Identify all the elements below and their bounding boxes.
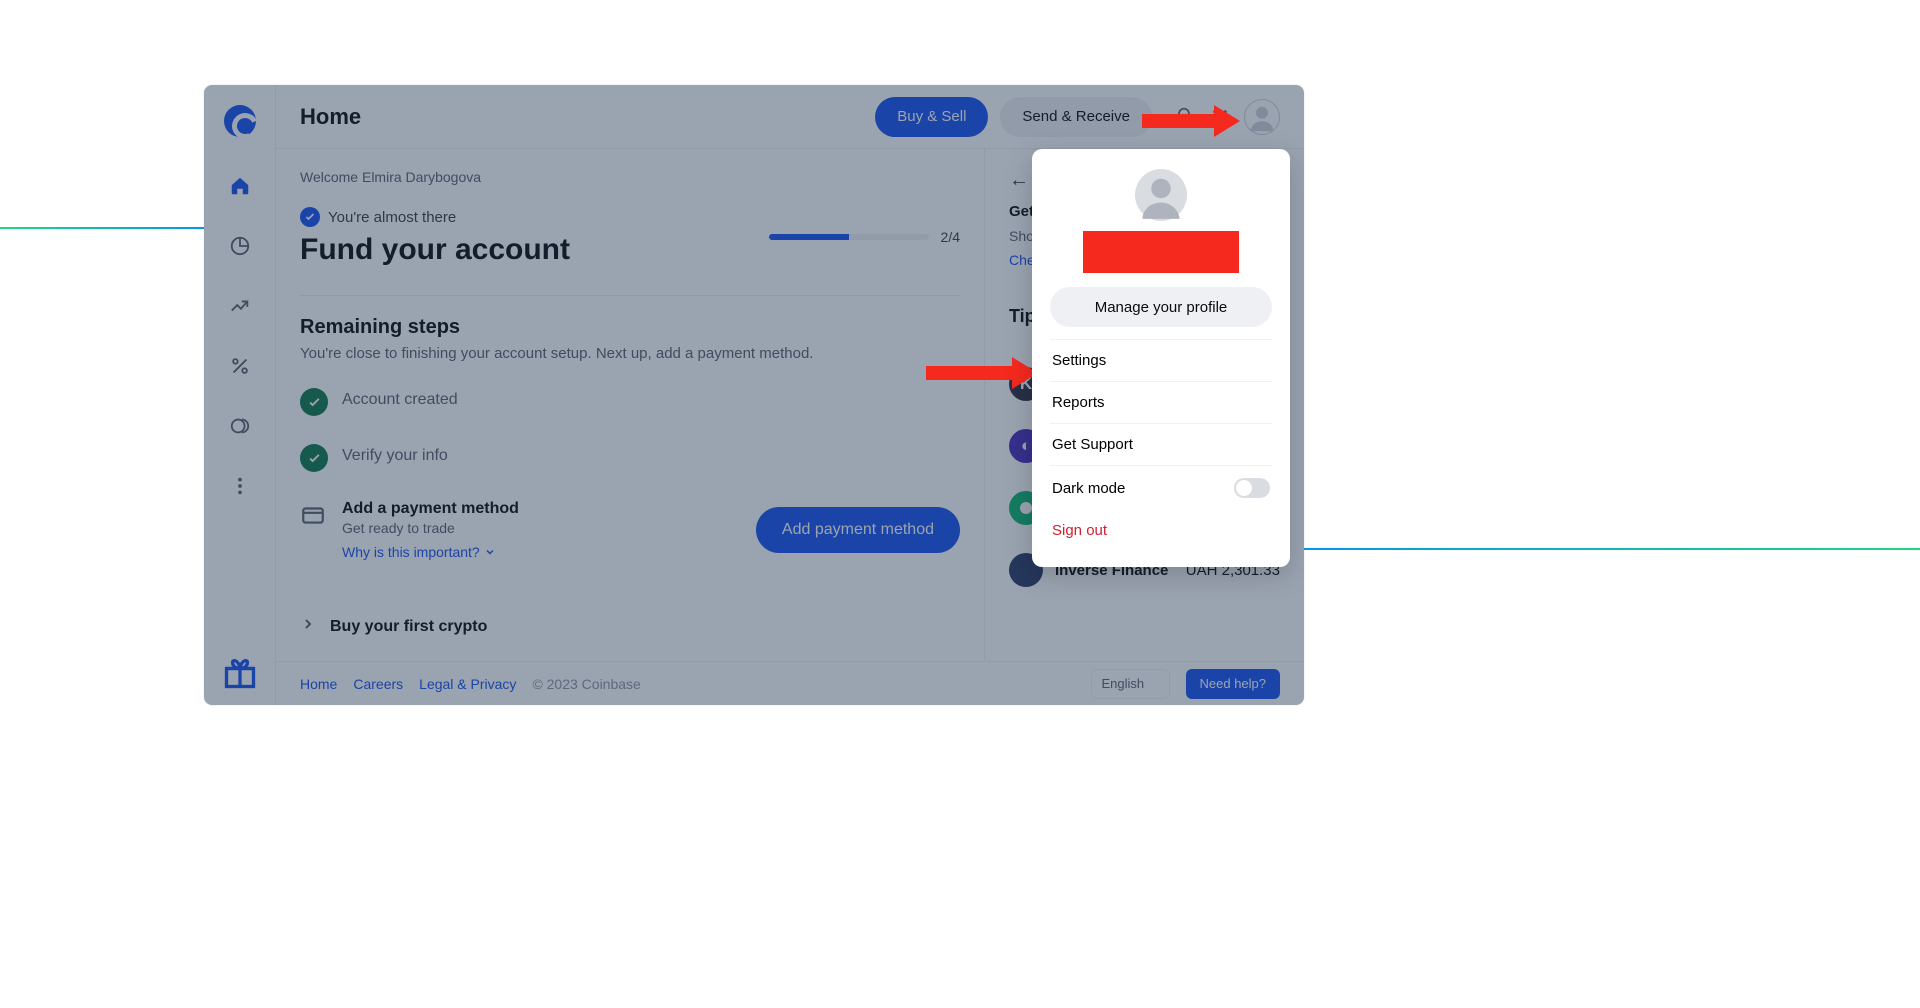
setup-progress-label: 2/4 [941, 229, 960, 245]
profile-name-redacted [1083, 231, 1239, 273]
step-title: Buy your first crypto [330, 618, 487, 636]
dark-mode-toggle[interactable] [1234, 478, 1270, 498]
remaining-steps-title: Remaining steps [300, 316, 960, 339]
menu-item-signout[interactable]: Sign out [1050, 510, 1272, 551]
step-label: Account created [342, 388, 458, 409]
footer-careers-link[interactable]: Careers [353, 676, 403, 692]
footer-home-link[interactable]: Home [300, 676, 337, 692]
fund-account-title: Fund your account [300, 233, 570, 267]
app-window: Home Buy & Sell Send & Receive Welcome E… [204, 85, 1304, 705]
annotation-arrow [926, 357, 1038, 389]
step-add-payment: Add a payment method Get ready to trade … [300, 500, 519, 560]
sidebar [204, 85, 276, 705]
menu-label: Reports [1052, 394, 1105, 411]
setup-progress-bar [769, 234, 929, 240]
welcome-text: Welcome Elmira Darybogova [300, 169, 960, 185]
menu-label: Dark mode [1052, 480, 1125, 497]
send-receive-button[interactable]: Send & Receive [1000, 97, 1152, 137]
check-icon [300, 207, 320, 227]
step-subtitle: Get ready to trade [342, 520, 519, 536]
coinbase-logo-icon[interactable] [224, 105, 256, 137]
profile-avatar-button[interactable] [1244, 99, 1280, 135]
language-select[interactable]: English [1091, 669, 1170, 699]
menu-label: Settings [1052, 352, 1106, 369]
remaining-steps-sub: You're close to finishing your account s… [300, 345, 960, 362]
menu-label: Get Support [1052, 436, 1133, 453]
chevron-right-icon [300, 616, 316, 637]
more-icon[interactable] [229, 475, 251, 497]
percent-icon[interactable] [229, 355, 251, 377]
step-verify-info: Verify your info [300, 444, 960, 472]
page-title: Home [300, 104, 361, 130]
check-circle-icon [300, 388, 328, 416]
step-account-created: Account created [300, 388, 960, 416]
main-content: Welcome Elmira Darybogova You're almost … [276, 149, 984, 661]
step-title: Add a payment method [342, 500, 519, 518]
home-icon[interactable] [229, 175, 251, 197]
menu-label: Sign out [1052, 522, 1107, 539]
profile-avatar-icon [1135, 169, 1187, 221]
step-buy-first-crypto[interactable]: Buy your first crypto [300, 616, 960, 637]
footer: Home Careers Legal & Privacy © 2023 Coin… [276, 661, 1304, 705]
gift-icon[interactable] [222, 655, 258, 691]
manage-profile-button[interactable]: Manage your profile [1050, 287, 1272, 327]
check-circle-icon [300, 444, 328, 472]
chevron-down-icon [484, 546, 496, 558]
menu-item-settings[interactable]: Settings [1050, 339, 1272, 381]
footer-copyright: © 2023 Coinbase [532, 676, 640, 692]
trending-icon[interactable] [229, 295, 251, 317]
profile-menu-popover: Manage your profile Settings Reports Get… [1032, 149, 1290, 567]
why-important-link[interactable]: Why is this important? [342, 544, 519, 560]
decorative-gradient-left [0, 227, 204, 229]
divider [300, 295, 960, 296]
menu-item-dark-mode: Dark mode [1050, 465, 1272, 510]
menu-item-support[interactable]: Get Support [1050, 423, 1272, 465]
pie-icon[interactable] [229, 235, 251, 257]
card-icon [300, 500, 328, 533]
need-help-button[interactable]: Need help? [1186, 669, 1281, 699]
link-label: Why is this important? [342, 544, 480, 560]
coin-icon[interactable] [229, 415, 251, 437]
buy-sell-button[interactable]: Buy & Sell [875, 97, 988, 137]
add-payment-method-button[interactable]: Add payment method [756, 507, 960, 553]
menu-item-reports[interactable]: Reports [1050, 381, 1272, 423]
footer-legal-link[interactable]: Legal & Privacy [419, 676, 516, 692]
annotation-arrow [1142, 105, 1240, 137]
almost-there-label: You're almost there [328, 209, 456, 226]
decorative-gradient-right [1304, 548, 1920, 550]
step-label: Verify your info [342, 444, 448, 465]
